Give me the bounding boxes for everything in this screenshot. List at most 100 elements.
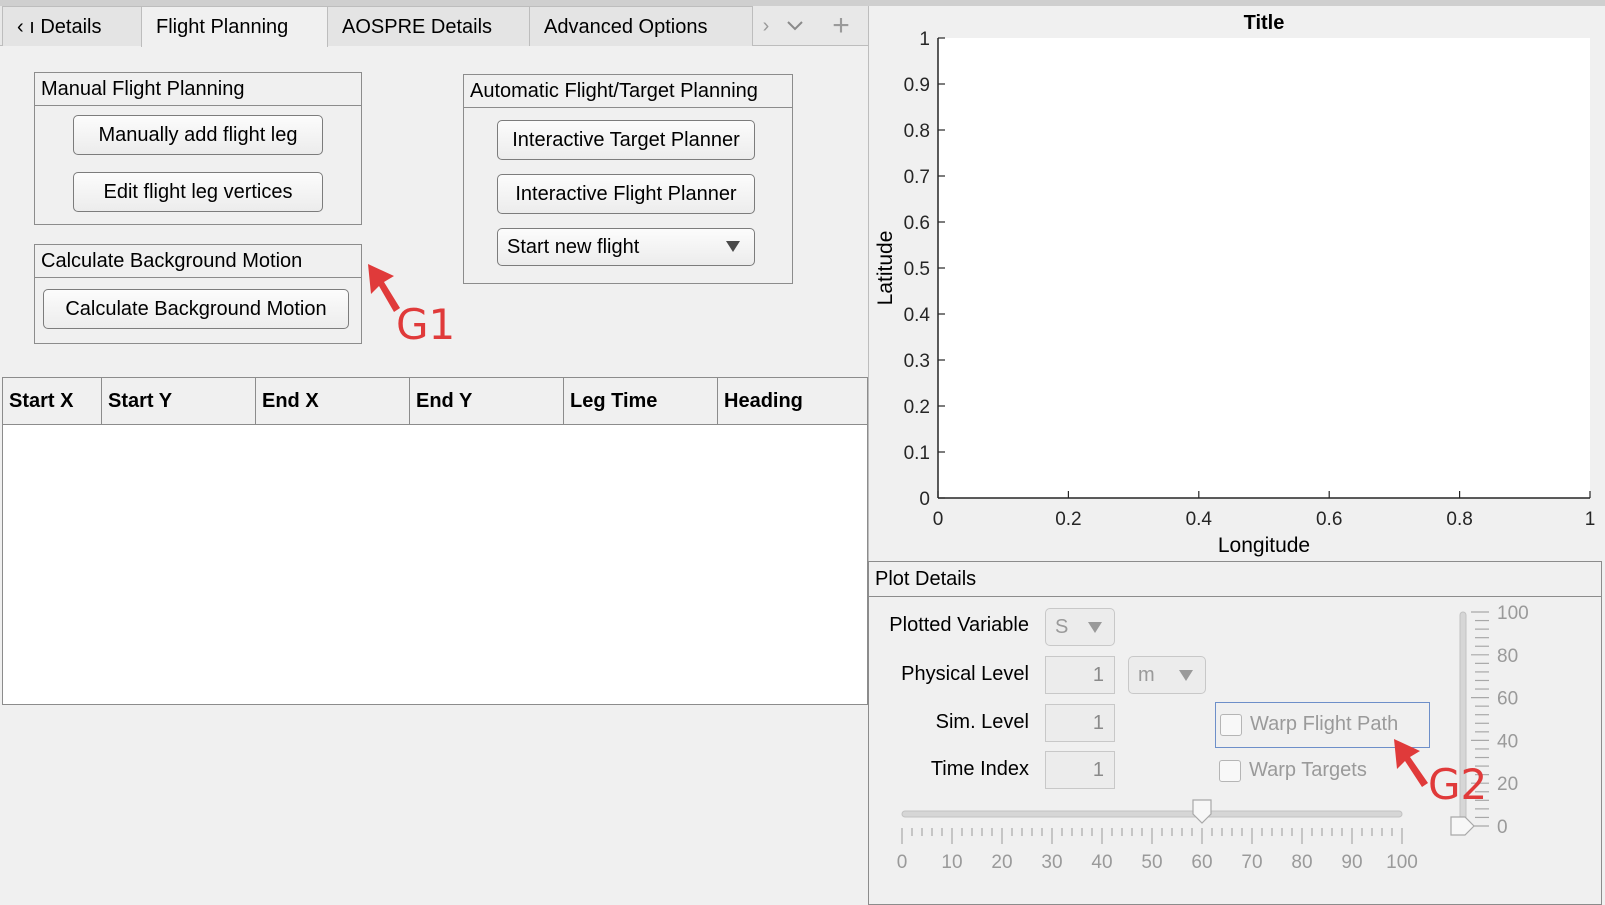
v-slider-tick-label: 20 bbox=[1497, 774, 1518, 795]
h-slider-tick-label: 50 bbox=[1141, 852, 1162, 873]
interactive-target-planner-label: Interactive Target Planner bbox=[512, 128, 740, 151]
y-tick-label: 0.8 bbox=[904, 121, 930, 142]
column-header-leg-time[interactable]: Leg Time bbox=[564, 378, 718, 424]
dropdown-arrow-icon bbox=[726, 241, 740, 252]
automatic-planning-panel: Automatic Flight/Target Planning Interac… bbox=[463, 74, 793, 284]
tab-aospre-details-label: AOSPRE Details bbox=[342, 16, 493, 38]
y-tick-label: 0.6 bbox=[904, 213, 930, 234]
warp-flight-path-box bbox=[1220, 714, 1242, 736]
background-motion-title: Calculate Background Motion bbox=[35, 245, 361, 278]
h-slider-tick-label: 20 bbox=[991, 852, 1012, 873]
plot-details-title: Plot Details bbox=[869, 562, 1601, 597]
v-slider-thumb[interactable] bbox=[1450, 816, 1475, 836]
flight-select-value: Start new flight bbox=[507, 235, 640, 258]
tab-scroll-right-icon[interactable]: › bbox=[754, 6, 778, 46]
interactive-flight-planner-label: Interactive Flight Planner bbox=[515, 182, 737, 205]
flight-select-dropdown[interactable]: Start new flight bbox=[497, 228, 755, 266]
manually-add-flight-leg-label: Manually add flight leg bbox=[98, 123, 298, 146]
calculate-background-motion-button[interactable]: Calculate Background Motion bbox=[43, 289, 349, 329]
plot-details-panel: Plot Details Plotted Variable S Physical… bbox=[868, 561, 1602, 905]
level-slider[interactable]: 0 20 40 60 80 100 bbox=[1449, 602, 1559, 862]
warp-targets-label: Warp Targets bbox=[1249, 759, 1367, 781]
v-slider-tick-label: 100 bbox=[1497, 603, 1529, 624]
x-tick-label: 0.6 bbox=[1316, 509, 1342, 530]
time-slider[interactable]: 0 10 20 30 40 50 60 70 80 90 100 bbox=[889, 798, 1429, 878]
column-header-end-y[interactable]: End Y bbox=[410, 378, 564, 424]
h-slider-tick-label: 30 bbox=[1041, 852, 1062, 873]
plotted-variable-value: S bbox=[1055, 616, 1069, 638]
h-slider-tick-label: 100 bbox=[1386, 852, 1418, 873]
y-tick-label: 0.5 bbox=[904, 259, 930, 280]
h-slider-tick-label: 0 bbox=[897, 852, 908, 873]
v-slider-tick-label: 80 bbox=[1497, 646, 1518, 667]
annotation-label-g2: G2 bbox=[1428, 760, 1488, 809]
y-tick-label: 0.2 bbox=[904, 397, 930, 418]
tab-strip: ‹ ı Details Flight Planning AOSPRE Detai… bbox=[0, 6, 868, 47]
time-index-field[interactable]: 1 bbox=[1045, 751, 1115, 789]
y-tick-label: 0.1 bbox=[904, 443, 930, 464]
tab-details-label: ‹ ı Details bbox=[17, 16, 102, 38]
v-slider-tick-label: 60 bbox=[1497, 689, 1518, 710]
y-tick-label: 0.7 bbox=[904, 167, 930, 188]
plot-area bbox=[938, 38, 1590, 498]
table-header: Start X Start Y End X End Y Leg Time Hea… bbox=[3, 378, 867, 425]
sim-level-label: Sim. Level bbox=[935, 711, 1029, 733]
tab-flight-planning-label: Flight Planning bbox=[156, 16, 289, 38]
column-header-start-y[interactable]: Start Y bbox=[102, 378, 256, 424]
edit-flight-leg-vertices-button[interactable]: Edit flight leg vertices bbox=[73, 172, 323, 212]
h-slider-tick-label: 40 bbox=[1091, 852, 1112, 873]
y-tick-label: 0.4 bbox=[904, 305, 931, 326]
tab-list-chevron-down-icon[interactable] bbox=[780, 6, 810, 46]
y-tick-label: 0.9 bbox=[904, 75, 930, 96]
tab-advanced-options[interactable]: Advanced Options bbox=[529, 6, 753, 46]
physical-level-unit-dropdown[interactable]: m bbox=[1128, 656, 1206, 694]
time-index-label: Time Index bbox=[930, 758, 1029, 780]
warp-flight-path-label: Warp Flight Path bbox=[1250, 713, 1399, 735]
h-slider-tick-label: 10 bbox=[941, 852, 962, 873]
flight-legs-table[interactable]: Start X Start Y End X End Y Leg Time Hea… bbox=[2, 377, 868, 705]
column-header-end-x[interactable]: End X bbox=[256, 378, 410, 424]
annotation-label-g1: G1 bbox=[396, 300, 456, 349]
h-slider-tick-label: 70 bbox=[1241, 852, 1262, 873]
manual-flight-planning-title: Manual Flight Planning bbox=[35, 73, 361, 106]
h-slider-tick-label: 80 bbox=[1291, 852, 1312, 873]
column-header-start-x[interactable]: Start X bbox=[3, 378, 102, 424]
interactive-target-planner-button[interactable]: Interactive Target Planner bbox=[497, 120, 755, 160]
tab-details[interactable]: ‹ ı Details bbox=[2, 6, 142, 46]
tab-advanced-options-label: Advanced Options bbox=[544, 16, 708, 38]
h-slider-thumb[interactable] bbox=[1192, 799, 1212, 824]
h-slider-track[interactable] bbox=[901, 810, 1403, 818]
x-tick-label: 0 bbox=[933, 509, 944, 530]
plotted-variable-label: Plotted Variable bbox=[889, 614, 1029, 636]
calculate-background-motion-label: Calculate Background Motion bbox=[65, 297, 327, 320]
x-tick-label: 1 bbox=[1585, 509, 1596, 530]
tab-aospre-details[interactable]: AOSPRE Details bbox=[327, 6, 530, 46]
interactive-flight-planner-button[interactable]: Interactive Flight Planner bbox=[497, 174, 755, 214]
physical-level-label: Physical Level bbox=[901, 663, 1029, 685]
tab-flight-planning[interactable]: Flight Planning bbox=[141, 6, 328, 47]
add-tab-plus-icon[interactable]: + bbox=[826, 6, 856, 46]
y-tick-label: 1 bbox=[919, 29, 930, 50]
y-axis-label: Latitude bbox=[874, 231, 897, 306]
edit-flight-leg-vertices-label: Edit flight leg vertices bbox=[103, 180, 293, 203]
h-slider-tick-label: 90 bbox=[1341, 852, 1362, 873]
y-tick-label: 0 bbox=[919, 489, 930, 510]
h-slider-tick-label: 60 bbox=[1191, 852, 1212, 873]
v-slider-tick-label: 40 bbox=[1497, 731, 1518, 752]
x-axis-label: Longitude bbox=[1218, 534, 1310, 557]
plotted-variable-dropdown[interactable]: S bbox=[1045, 608, 1115, 646]
x-tick-label: 0.2 bbox=[1055, 509, 1081, 530]
y-tick-label: 0.3 bbox=[904, 351, 930, 372]
sim-level-field[interactable]: 1 bbox=[1045, 704, 1115, 742]
manual-flight-planning-panel: Manual Flight Planning Manually add flig… bbox=[34, 72, 362, 225]
map-axes-chart[interactable]: 0 0.2 0.4 0.6 0.8 1 0 0.1 0.2 0.3 0.4 0.5 0.6 0.7 0.8 0… bbox=[868, 6, 1602, 558]
physical-level-unit-arrow-icon bbox=[1179, 670, 1193, 681]
column-header-heading[interactable]: Heading bbox=[718, 378, 868, 424]
warp-targets-box bbox=[1219, 760, 1241, 782]
plotted-variable-arrow-icon bbox=[1088, 622, 1102, 633]
physical-level-unit-value: m bbox=[1138, 664, 1155, 686]
background-motion-panel: Calculate Background Motion Calculate Ba… bbox=[34, 244, 362, 344]
manually-add-flight-leg-button[interactable]: Manually add flight leg bbox=[73, 115, 323, 155]
automatic-planning-title: Automatic Flight/Target Planning bbox=[464, 75, 792, 108]
physical-level-field[interactable]: 1 bbox=[1045, 656, 1115, 694]
